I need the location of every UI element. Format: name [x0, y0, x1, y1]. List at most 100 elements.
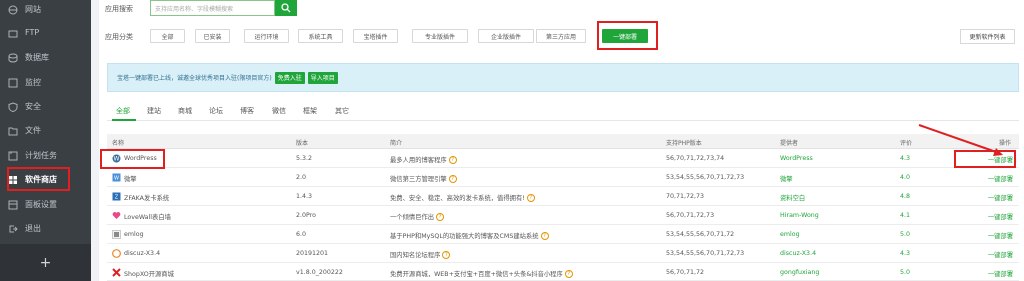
app-desc: 最多人用的博客程序: [390, 157, 447, 164]
tab-blog[interactable]: 博客: [240, 106, 254, 116]
deploy-button[interactable]: 一键部署: [988, 212, 1013, 221]
sidebar-item-logout[interactable]: 退出: [0, 216, 91, 241]
table-row: Z ZFAKA发卡系统 1.4.3 免费、安全、稳定、高效的发卡系统，值得拥有!…: [107, 188, 1019, 206]
category-label: 应用分类: [105, 33, 133, 41]
tab-wechat[interactable]: 微信: [272, 106, 286, 116]
deploy-button[interactable]: 一键部署: [988, 174, 1013, 183]
arrow-annotation: [918, 124, 1003, 156]
app-desc: 基于PHP和MySQL的功能强大的博客及CMS建站系统: [390, 233, 539, 240]
clock-icon: [8, 151, 18, 161]
app-provider[interactable]: discuz-X3.4: [780, 250, 816, 257]
deploy-button[interactable]: 一键部署: [988, 231, 1013, 240]
app-desc-wrap: 免费、安全、稳定、高效的发卡系统，值得拥有!?: [390, 193, 535, 202]
sidebar-item-website[interactable]: 网站: [0, 0, 91, 22]
sidebar-item-database[interactable]: 数据库: [0, 45, 91, 70]
add-button[interactable]: +: [0, 244, 91, 281]
category-third-party[interactable]: 第三方应用: [536, 29, 586, 43]
sidebar-item-label: 文件: [25, 126, 41, 135]
category-system-tools[interactable]: 系统工具: [298, 29, 343, 43]
search-button[interactable]: [275, 0, 297, 16]
sidebar: 网站 FTP 数据库 监控 安全 文件 计划任务 软件商店 面板设置 退出 +: [0, 0, 91, 281]
app-desc: 国内知名论坛程序: [390, 252, 441, 259]
import-button[interactable]: 导入项目: [307, 71, 338, 84]
deploy-button[interactable]: 一键部署: [988, 269, 1013, 278]
app-version: 2.0: [296, 174, 307, 181]
app-desc-wrap: 国内知名论坛程序?: [390, 250, 451, 259]
app-name: ZFAKA发卡系统: [124, 195, 170, 202]
tab-forum[interactable]: 论坛: [209, 106, 223, 116]
table-row: LoveWall表白墙 2.0Pro 一个倾情巨作出? 56,70,71,72,…: [107, 207, 1019, 225]
help-icon[interactable]: ?: [448, 175, 457, 183]
sidebar-item-security[interactable]: 安全: [0, 94, 91, 119]
category-enterprise-plugins[interactable]: 企业版插件: [478, 29, 534, 43]
deploy-button[interactable]: 一键部署: [988, 193, 1013, 202]
app-name: emlog: [124, 231, 144, 238]
app-score: 5.0: [900, 231, 911, 238]
sidebar-item-monitor[interactable]: 监控: [0, 70, 91, 95]
app-provider[interactable]: 微擎: [780, 174, 793, 183]
app-provider[interactable]: WordPress: [780, 155, 813, 162]
search-label: 应用搜索: [105, 5, 133, 13]
help-icon[interactable]: ?: [448, 156, 457, 164]
sidebar-item-label: 软件商店: [25, 175, 57, 184]
table-row: ShopXO开源商城 v1.8.0_200222 免费开源商城，WEB+支付宝+…: [107, 264, 1019, 281]
category-all[interactable]: 全部: [150, 29, 185, 43]
sidebar-item-store[interactable]: 软件商店: [0, 167, 91, 192]
category-pro-plugins[interactable]: 专业版插件: [412, 29, 468, 43]
sidebar-item-label: 监控: [25, 78, 41, 87]
sidebar-item-settings[interactable]: 面板设置: [0, 192, 91, 217]
help-icon[interactable]: ?: [526, 194, 535, 202]
search-input[interactable]: 支持应用名称、字段模糊搜索: [150, 0, 275, 16]
app-provider[interactable]: gongfuxiang: [780, 269, 819, 276]
tab-mall[interactable]: 商城: [178, 106, 192, 116]
app-desc-wrap: 基于PHP和MySQL的功能强大的博客及CMS建站系统?: [390, 231, 549, 240]
tab-all[interactable]: 全部: [116, 106, 130, 116]
update-list-button[interactable]: 更新软件列表: [960, 29, 1015, 44]
app-name: 微擎: [124, 176, 137, 183]
app-score: 4.3: [900, 250, 911, 257]
app-php: 53,54,55,56,70,71,72: [666, 231, 735, 238]
table-row: emlog 6.0 基于PHP和MySQL的功能强大的博客及CMS建站系统? 5…: [107, 226, 1019, 244]
col-desc: 简介: [390, 140, 403, 147]
app-php: 53,54,55,56,70,71,72,73: [666, 250, 745, 257]
col-provider: 提供者: [780, 140, 799, 147]
help-icon[interactable]: ?: [564, 270, 573, 278]
join-button[interactable]: 免费入驻: [274, 71, 305, 84]
category-bt-plugins[interactable]: 宝塔插件: [353, 29, 398, 43]
shield-icon: [8, 101, 18, 112]
app-name: ShopXO开源商城: [124, 271, 174, 278]
svg-text:W: W: [114, 176, 119, 182]
app-version: v1.8.0_200222: [296, 269, 343, 276]
globe-icon: [8, 5, 18, 15]
app-name: discuz-X3.4: [124, 250, 161, 257]
category-installed[interactable]: 已安装: [195, 29, 230, 43]
banner-text: 宝塔一键部署已上线，诚邀全球优秀项目入驻(限项目官方): [117, 75, 272, 82]
table-header: 名称 版本 简介 支持PHP版本 提供者 评价 操作: [107, 134, 1019, 149]
tab-other[interactable]: 其它: [335, 106, 349, 116]
database-icon: [8, 53, 18, 63]
help-icon[interactable]: ?: [442, 251, 451, 259]
tab-framework[interactable]: 框架: [303, 106, 317, 116]
sidebar-item-cron[interactable]: 计划任务: [0, 143, 91, 168]
app-provider[interactable]: emlog: [780, 231, 800, 238]
tab-site[interactable]: 建站: [147, 106, 161, 116]
app-php: 53,54,55,56,70,71,72,73: [666, 174, 745, 181]
store-icon: [8, 175, 18, 185]
category-runtime[interactable]: 运行环境: [244, 29, 289, 43]
sidebar-item-ftp[interactable]: FTP: [0, 20, 91, 45]
col-name: 名称: [112, 140, 125, 147]
app-provider[interactable]: Hiram-Wong: [780, 212, 819, 219]
app-provider[interactable]: 资料空白: [780, 193, 805, 202]
help-icon[interactable]: ?: [436, 213, 445, 221]
app-score: 4.0: [900, 174, 911, 181]
category-one-click-deploy[interactable]: 一键部署: [602, 29, 648, 43]
discuz-icon: [112, 249, 121, 258]
help-icon[interactable]: ?: [540, 232, 549, 240]
sidebar-item-files[interactable]: 文件: [0, 118, 91, 143]
folder-icon: [8, 28, 18, 38]
deploy-button[interactable]: 一键部署: [988, 250, 1013, 259]
info-banner: 宝塔一键部署已上线，诚邀全球优秀项目入驻(限项目官方) 免费入驻 导入项目: [107, 63, 1019, 92]
weiqing-icon: W: [112, 173, 121, 182]
sidebar-item-label: FTP: [25, 28, 40, 37]
app-name: WordPress: [124, 155, 157, 162]
